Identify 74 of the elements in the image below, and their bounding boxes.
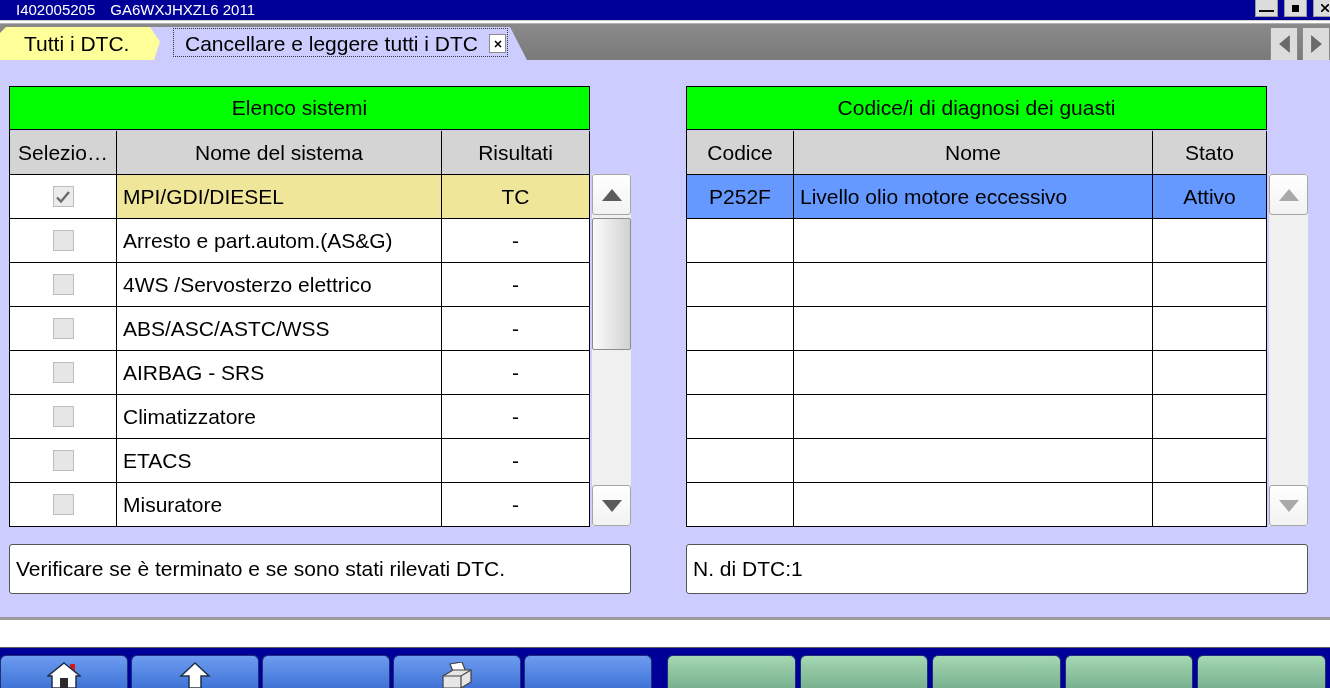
scroll-left-button[interactable] [1270,27,1298,60]
minimize-icon [1259,10,1274,12]
checkbox[interactable] [52,186,74,207]
window-title: GA6WXJHXZL6 2011 [110,1,256,19]
checkbox[interactable] [52,406,74,427]
close-button[interactable] [1313,0,1330,17]
table-cell[interactable]: - [442,395,590,439]
left-triangle-icon [1278,35,1290,53]
checkbox[interactable] [52,230,74,251]
scroll-right-button[interactable] [1302,27,1330,60]
print-button[interactable] [393,655,521,688]
toolbar-button[interactable] [1197,655,1326,688]
home-button[interactable] [0,655,128,688]
square-icon [1292,4,1299,12]
table-cell[interactable]: Arresto e part.autom.(AS&G) [117,219,442,263]
up-triangle-icon [601,188,622,201]
right-triangle-icon [1310,35,1322,53]
printer-icon [440,662,474,688]
close-icon [1321,4,1329,12]
up-arrow-icon [178,662,212,688]
table-cell[interactable]: AIRBAG - SRS [117,351,442,395]
table-title: Elenco sistemi [10,87,590,130]
down-triangle-icon [1278,499,1299,512]
table-cell[interactable]: Misuratore [117,483,442,527]
status-message: Verificare se è terminato e se sono stati rilevati DTC. [9,544,631,594]
status-message: N. di DTC:1 [686,544,1308,594]
up-button[interactable] [131,655,259,688]
checkbox[interactable] [52,494,74,515]
column-header: Nome del sistema [117,131,442,175]
column-header: Nome [794,131,1153,175]
tab[interactable]: Tutti i DTC. [0,27,160,60]
table-cell[interactable]: MPI/GDI/DIESEL [117,175,442,219]
table-cell[interactable]: P252F [687,175,794,219]
table-cell[interactable]: Livello olio motore eccessivo [794,175,1153,219]
maximize-button[interactable] [1284,0,1307,17]
minimize-button[interactable] [1255,0,1278,17]
up-triangle-icon [1278,188,1299,201]
toolbar-button[interactable] [524,655,652,688]
column-header: Stato [1153,131,1267,175]
scrollbar-thumb[interactable] [592,218,631,350]
table-cell[interactable]: - [442,351,590,395]
close-tab-button[interactable] [489,34,506,53]
toolbar-button[interactable] [1064,655,1194,688]
toolbar-button[interactable] [667,655,796,688]
house-icon [47,662,81,688]
table-cell[interactable]: 4WS /Servosterzo elettrico [117,263,442,307]
table-cell[interactable]: - [442,263,590,307]
table-cell[interactable]: - [442,307,590,351]
down-triangle-icon [601,499,622,512]
window-title: I402005205 [16,1,96,19]
scroll-down-button[interactable] [592,485,631,526]
close-icon [493,39,502,48]
table-cell[interactable]: Climatizzatore [117,395,442,439]
scroll-up-button[interactable] [592,174,631,215]
table-cell[interactable]: - [442,219,590,263]
table-title: Codice/i di diagnosi dei guasti [687,87,1267,130]
toolbar-button[interactable] [262,655,390,688]
table-cell[interactable]: ETACS [117,439,442,483]
toolbar-button[interactable] [799,655,929,688]
column-header: Codice [687,131,794,175]
table-cell[interactable]: TC [442,175,590,219]
checkbox[interactable] [52,274,74,295]
table-cell[interactable]: ABS/ASC/ASTC/WSS [117,307,442,351]
checkbox[interactable] [52,362,74,383]
checkbox[interactable] [52,450,74,471]
toolbar-button[interactable] [932,655,1061,688]
check-icon [56,190,70,203]
checkbox[interactable] [52,318,74,339]
table-cell[interactable]: - [442,439,590,483]
column-header: Risultati [442,131,590,175]
tab[interactable]: Cancellare e leggere tutti i DTC [150,27,527,60]
table-cell[interactable]: - [442,483,590,527]
column-header: Selezio… [10,131,117,175]
table-cell[interactable]: Attivo [1153,175,1267,219]
